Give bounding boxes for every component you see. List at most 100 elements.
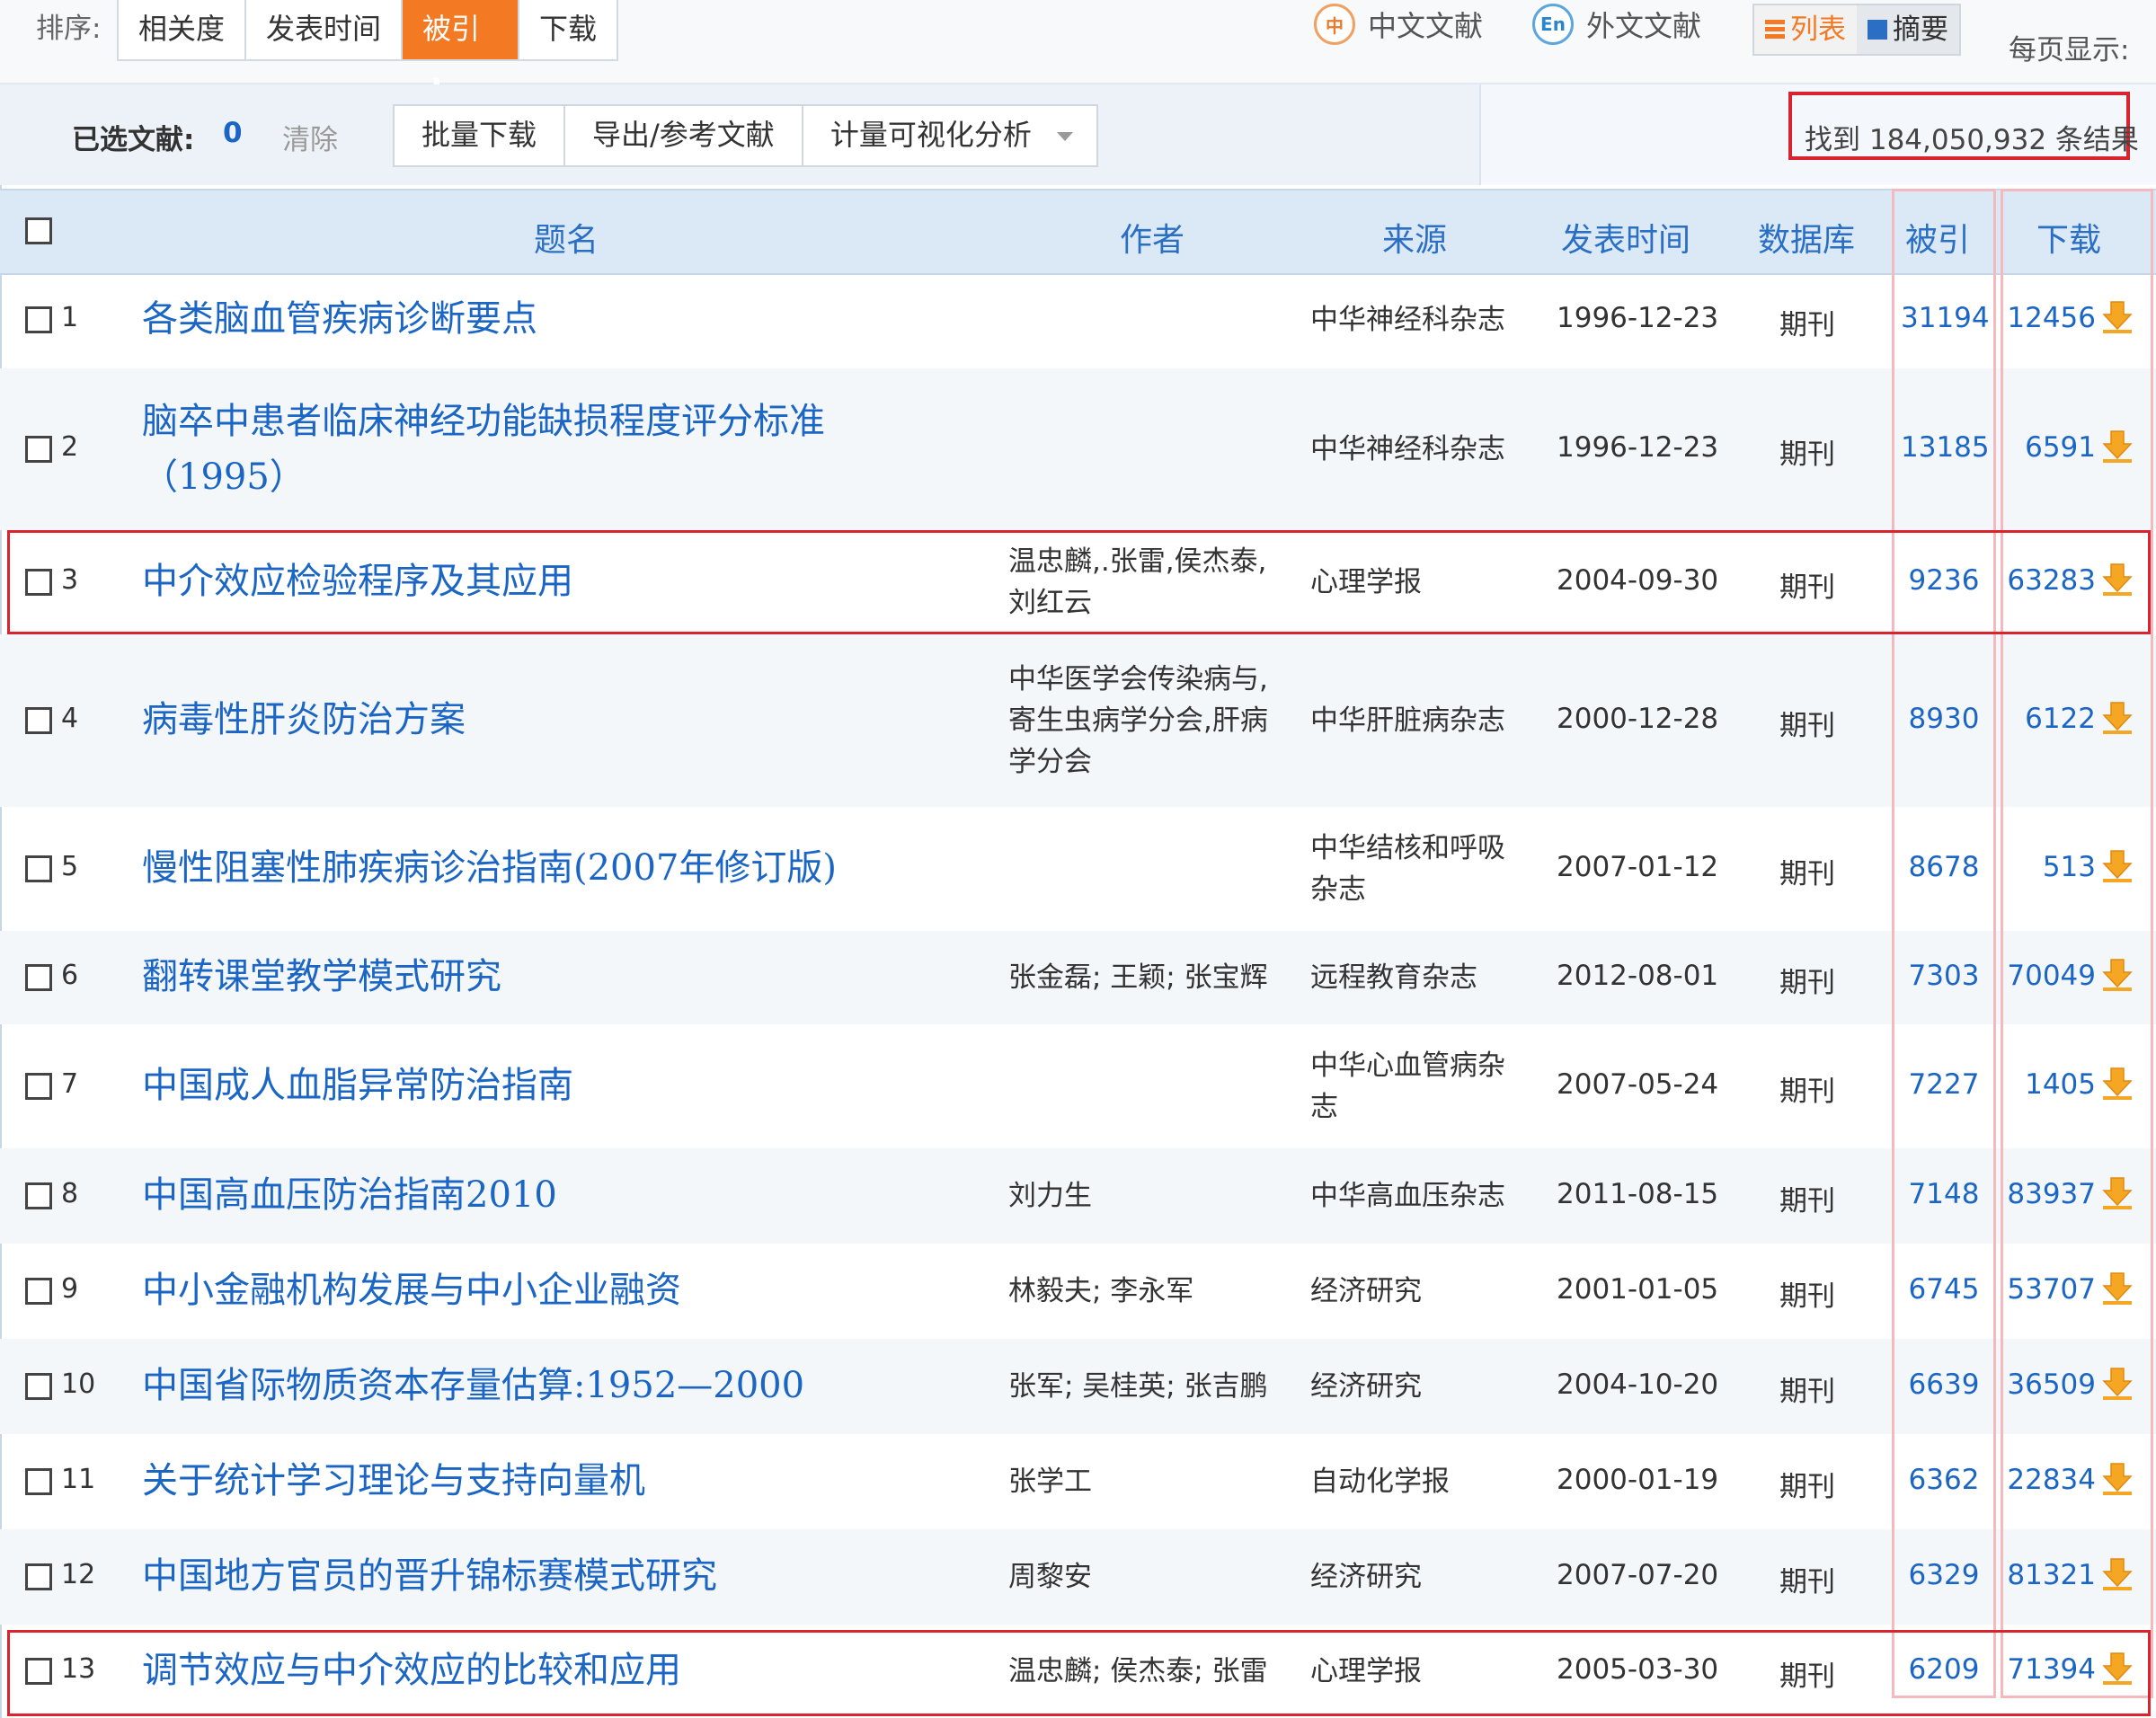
batch-download-button[interactable]: 批量下载 <box>395 106 566 165</box>
cited-count-link[interactable]: 8930 <box>1901 703 1987 735</box>
chinese-literature-link[interactable]: 中 中文文献 <box>1314 4 1483 45</box>
download-count-link[interactable]: 36509 <box>2006 1368 2096 1401</box>
row-checkbox[interactable] <box>25 1278 52 1305</box>
download-count-link[interactable]: 6591 <box>2006 431 2096 464</box>
publish-date: 2007-05-24 <box>1557 1068 1719 1101</box>
paper-title-link[interactable]: 病毒性肝炎防治方案 <box>142 692 466 748</box>
download-icon[interactable] <box>2101 1367 2134 1401</box>
source-link[interactable]: 中华肝脏病杂志 <box>1310 700 1544 741</box>
source-link[interactable]: 经济研究 <box>1310 1366 1544 1407</box>
download-icon[interactable] <box>2101 1176 2134 1210</box>
download-count-link[interactable]: 83937 <box>2006 1178 2096 1210</box>
download-count-link[interactable]: 71394 <box>2006 1653 2096 1686</box>
source-link[interactable]: 远程教育杂志 <box>1310 957 1544 998</box>
row-checkbox[interactable] <box>25 1658 52 1685</box>
select-all-checkbox[interactable] <box>25 217 52 244</box>
download-icon[interactable] <box>2101 1462 2134 1496</box>
source-link[interactable]: 心理学报 <box>1310 562 1544 603</box>
download-icon[interactable] <box>2101 958 2134 992</box>
paper-title-link[interactable]: 中介效应检验程序及其应用 <box>142 553 573 609</box>
source-link[interactable]: 中华心血管病杂志 <box>1310 1045 1515 1128</box>
publish-date: 2004-10-20 <box>1557 1368 1719 1401</box>
source-link[interactable]: 中华神经科杂志 <box>1310 429 1544 470</box>
cited-count-link[interactable]: 6209 <box>1901 1653 1987 1686</box>
download-icon[interactable] <box>2101 849 2134 883</box>
visual-analysis-dropdown[interactable]: 计量可视化分析 <box>803 106 1096 165</box>
header-date[interactable]: 发表时间 <box>1561 214 1690 261</box>
cited-count-link[interactable]: 9236 <box>1901 564 1987 597</box>
paper-title-link[interactable]: 调节效应与中介效应的比较和应用 <box>142 1643 681 1698</box>
abstract-view-button[interactable]: 摘要 <box>1857 5 1959 54</box>
paper-title-link[interactable]: 慢性阻塞性肺疾病诊治指南(2007年修订版) <box>142 840 837 896</box>
clear-selection-button[interactable]: 清除 <box>282 117 338 157</box>
cited-count-link[interactable]: 6639 <box>1901 1368 1987 1401</box>
cited-count-link[interactable]: 31194 <box>1901 302 1990 334</box>
header-author[interactable]: 作者 <box>1120 214 1184 261</box>
source-link[interactable]: 中华神经科杂志 <box>1310 299 1544 341</box>
source-link[interactable]: 自动化学报 <box>1310 1461 1544 1502</box>
download-icon[interactable] <box>2101 562 2134 597</box>
download-icon[interactable] <box>2101 430 2134 464</box>
row-checkbox[interactable] <box>25 1073 52 1100</box>
header-database[interactable]: 数据库 <box>1758 214 1855 261</box>
cited-count-link[interactable]: 6745 <box>1901 1273 1987 1306</box>
row-checkbox[interactable] <box>25 569 52 596</box>
download-count-link[interactable]: 513 <box>2006 851 2096 883</box>
paper-title-link[interactable]: 中国地方官员的晋升锦标赛模式研究 <box>142 1548 717 1604</box>
download-icon[interactable] <box>2101 1557 2134 1591</box>
cited-count-link[interactable]: 7227 <box>1901 1068 1987 1101</box>
header-source[interactable]: 来源 <box>1382 214 1447 261</box>
download-count-link[interactable]: 70049 <box>2006 960 2096 992</box>
download-count-link[interactable]: 63283 <box>2006 564 2096 597</box>
row-checkbox[interactable] <box>25 1468 52 1495</box>
cited-count-link[interactable]: 13185 <box>1901 431 1990 464</box>
header-cited[interactable]: 被引 <box>1905 214 1970 261</box>
paper-title-link[interactable]: 各类脑血管疾病诊断要点 <box>142 291 537 347</box>
row-checkbox[interactable] <box>25 436 52 463</box>
paper-title-link[interactable]: 翻转课堂教学模式研究 <box>142 949 501 1005</box>
cited-count-link[interactable]: 7303 <box>1901 960 1987 992</box>
download-icon[interactable] <box>2101 1271 2134 1306</box>
source-link[interactable]: 经济研究 <box>1310 1556 1544 1598</box>
paper-title-link[interactable]: 关于统计学习理论与支持向量机 <box>142 1453 645 1509</box>
row-checkbox[interactable] <box>25 964 52 991</box>
row-checkbox[interactable] <box>25 855 52 882</box>
list-view-button[interactable]: 列表 <box>1754 5 1857 54</box>
download-count-link[interactable]: 1405 <box>2006 1068 2096 1101</box>
download-icon[interactable] <box>2101 300 2134 334</box>
sort-relevance-button[interactable]: 相关度 <box>119 0 247 59</box>
row-checkbox[interactable] <box>25 306 52 333</box>
download-count-link[interactable]: 12456 <box>2006 302 2096 334</box>
cited-count-link[interactable]: 6329 <box>1901 1559 1987 1591</box>
row-checkbox[interactable] <box>25 707 52 734</box>
paper-title-link[interactable]: 中国省际物质资本存量估算:1952—2000 <box>142 1358 804 1413</box>
cited-count-link[interactable]: 6362 <box>1901 1464 1987 1496</box>
cited-count-link[interactable]: 8678 <box>1901 851 1987 883</box>
header-download[interactable]: 下载 <box>2036 214 2101 261</box>
paper-title-link[interactable]: 脑卒中患者临床神经功能缺损程度评分标准（1995） <box>142 394 924 505</box>
source-link[interactable]: 心理学报 <box>1310 1651 1544 1692</box>
download-icon[interactable] <box>2101 701 2134 735</box>
row-checkbox[interactable] <box>25 1373 52 1400</box>
download-icon[interactable] <box>2101 1652 2134 1686</box>
cited-count-link[interactable]: 7148 <box>1901 1178 1987 1210</box>
sort-download-button[interactable]: 下载 <box>519 0 617 59</box>
download-count-link[interactable]: 81321 <box>2006 1559 2096 1591</box>
download-count-link[interactable]: 22834 <box>2006 1464 2096 1496</box>
row-checkbox[interactable] <box>25 1182 52 1209</box>
sort-cited-button[interactable]: 被引⬇ <box>403 0 520 102</box>
source-link[interactable]: 中华结核和呼吸杂志 <box>1310 828 1515 910</box>
row-checkbox[interactable] <box>25 1563 52 1590</box>
download-icon[interactable] <box>2101 1067 2134 1101</box>
header-title[interactable]: 题名 <box>534 214 599 261</box>
foreign-literature-link[interactable]: En 外文文献 <box>1532 4 1701 45</box>
paper-title-link[interactable]: 中小金融机构发展与中小企业融资 <box>142 1262 681 1318</box>
sort-date-button[interactable]: 发表时间 <box>246 0 404 59</box>
paper-title-link[interactable]: 中国成人血脂异常防治指南 <box>142 1058 573 1113</box>
download-count-link[interactable]: 6122 <box>2006 703 2096 735</box>
source-link[interactable]: 中华高血压杂志 <box>1310 1175 1544 1217</box>
source-link[interactable]: 经济研究 <box>1310 1271 1544 1312</box>
paper-title-link[interactable]: 中国高血压防治指南2010 <box>142 1167 557 1223</box>
export-references-button[interactable]: 导出/参考文献 <box>565 106 803 165</box>
download-count-link[interactable]: 53707 <box>2006 1273 2096 1306</box>
